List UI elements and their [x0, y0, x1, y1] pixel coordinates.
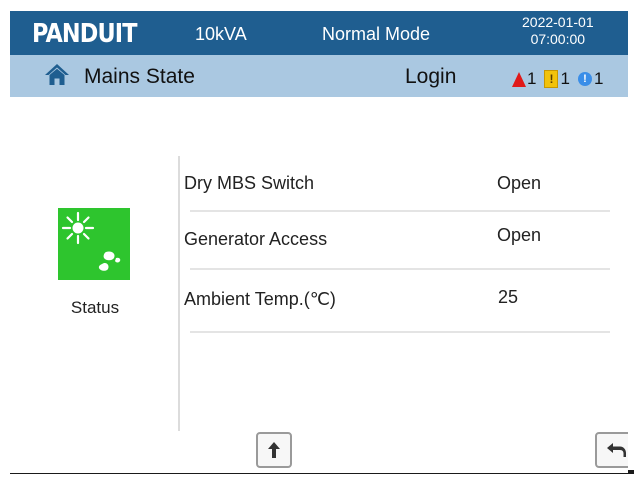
row-divider [190, 210, 610, 212]
exclamation-badge-icon: ! [544, 70, 559, 88]
date-text: 2022-01-01 [522, 14, 594, 30]
header-bar: PANDUIT 10kVA Normal Mode 2022-01-01 07:… [10, 11, 628, 55]
row-label-ambient-temp: Ambient Temp.(℃) [184, 289, 336, 309]
warning-triangle-icon [512, 71, 526, 87]
datetime: 2022-01-01 07:00:00 [522, 14, 594, 48]
row-value-dry-mbs-switch: Open [497, 173, 542, 193]
arrow-up-icon [268, 442, 280, 458]
hmi-screen: PANDUIT 10kVA Normal Mode 2022-01-01 07:… [10, 11, 628, 473]
page-up-button[interactable] [256, 432, 292, 468]
critical-alarm-count: 1 [527, 69, 537, 88]
status-label: Status [70, 298, 120, 317]
back-button[interactable] [595, 432, 628, 468]
row-value-ambient-temp: 25 [498, 287, 519, 307]
page-title: Mains State [84, 65, 195, 88]
row-label-generator-access: Generator Access [184, 229, 328, 249]
return-arrow-icon [607, 443, 626, 457]
sun-rain-icon[interactable] [58, 208, 130, 280]
home-icon[interactable] [44, 62, 70, 86]
login-button[interactable]: Login [405, 65, 456, 89]
warning-alarm-count: 1 [560, 69, 570, 88]
info-circle-icon: ! [577, 72, 592, 86]
time-text: 07:00:00 [530, 31, 586, 47]
capacity-label: 10kVA [195, 24, 247, 44]
row-divider [190, 268, 610, 270]
mode-label: Normal Mode [322, 24, 431, 44]
row-value-generator-access: Open [497, 225, 542, 245]
alarm-indicators[interactable]: 1 ! 1 ! 1 [512, 65, 610, 93]
row-label-dry-mbs-switch: Dry MBS Switch [184, 173, 315, 193]
vertical-divider [178, 156, 180, 431]
row-divider [190, 331, 610, 333]
info-alarm-count: 1 [593, 69, 604, 88]
brand-logo: PANDUIT [32, 19, 137, 49]
